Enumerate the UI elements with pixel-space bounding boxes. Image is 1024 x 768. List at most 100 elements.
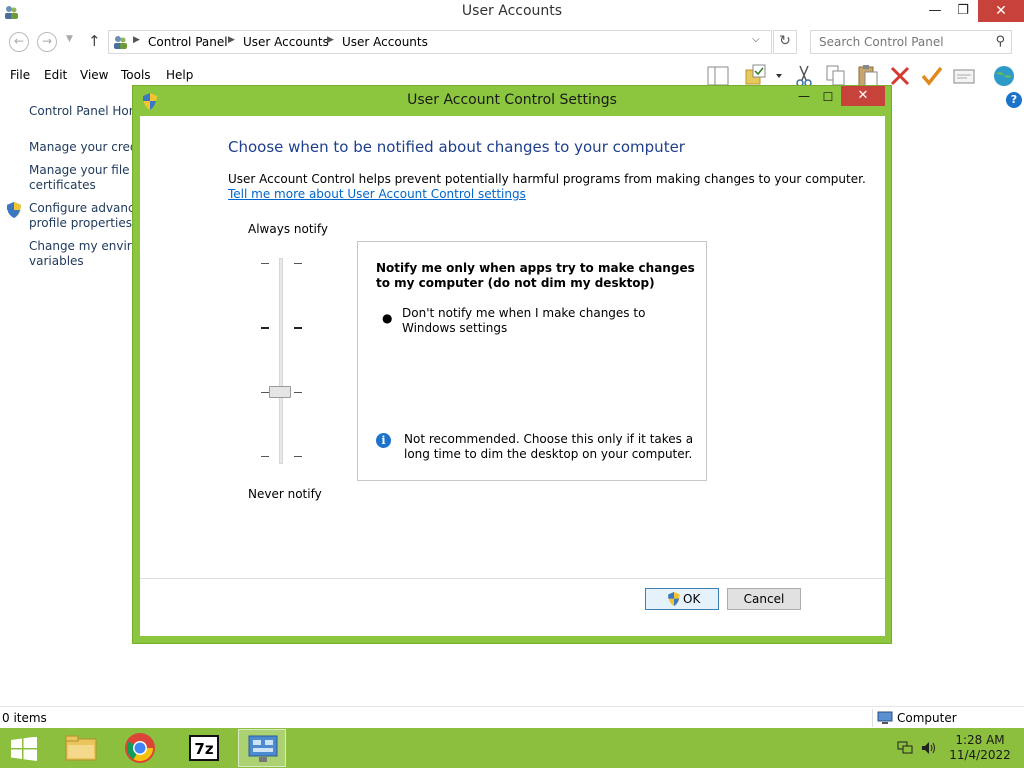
window-title: User Accounts [461, 3, 563, 19]
status-divider [872, 709, 873, 727]
arrow-left-icon: ← [13, 34, 25, 48]
ok-button[interactable]: OK [645, 588, 719, 610]
refresh-icon: ↻ [779, 33, 791, 49]
recent-locations-dropdown[interactable]: ▼ [66, 34, 73, 44]
taskbar-chrome[interactable] [116, 729, 164, 767]
dialog-body: Choose when to be notified about changes… [140, 116, 885, 578]
menu-edit[interactable]: Edit [44, 68, 67, 82]
computer-icon [877, 711, 893, 724]
checkmark-icon[interactable] [920, 64, 944, 88]
control-panel-icon [248, 735, 278, 762]
folder-icon [65, 735, 97, 761]
taskbar-file-explorer[interactable] [57, 729, 105, 767]
help-icon[interactable]: ? [1006, 92, 1022, 108]
slider-top-label: Always notify [248, 222, 328, 236]
menu-help[interactable]: Help [166, 68, 193, 82]
restore-button[interactable]: ❐ [950, 0, 976, 22]
7zip-icon: 7z [189, 735, 219, 761]
dialog-title: User Account Control Settings [407, 92, 617, 108]
dialog-description: User Account Control helps prevent poten… [228, 172, 866, 186]
nav-manage-credentials[interactable]: Manage your credentials [29, 140, 135, 155]
dialog-minimize-button[interactable]: — [793, 88, 815, 108]
slider-tick [261, 263, 269, 264]
setting-title: Notify me only when apps try to make cha… [376, 261, 695, 290]
taskbar-7zip[interactable]: 7z [180, 729, 228, 767]
nav-change-environment-line2[interactable]: variables [29, 254, 135, 269]
dialog-footer: OK Cancel [140, 578, 885, 636]
nav-configure-advanced-profile[interactable]: Configure advanced user [29, 201, 135, 216]
slider-bottom-label: Never notify [248, 487, 322, 501]
status-bar: 0 items Computer [0, 706, 1024, 728]
slider-tick [261, 456, 269, 457]
slider-tick [294, 327, 302, 329]
control-panel-icon [114, 36, 127, 49]
windows-logo-icon[interactable] [10, 737, 38, 761]
search-input[interactable]: Search Control Panel ⚲ [810, 30, 1012, 54]
item-count: 0 items [2, 711, 47, 725]
nav-control-panel-home[interactable]: Control Panel Home [29, 104, 135, 119]
slider-tick [261, 327, 269, 329]
forward-button[interactable]: → [37, 32, 57, 52]
menu-tools[interactable]: Tools [121, 68, 151, 82]
info-icon: i [376, 433, 391, 448]
uac-settings-dialog: User Account Control Settings — ☐ ✕ Choo… [132, 85, 892, 644]
slider-tick [294, 392, 302, 393]
clock-date: 11/4/2022 [949, 748, 1011, 762]
search-icon: ⚲ [995, 34, 1005, 49]
address-dropdown[interactable]: ⌵ [752, 34, 760, 45]
cancel-button[interactable]: Cancel [727, 588, 801, 610]
uac-shield-icon [7, 202, 21, 218]
location-label: Computer [897, 711, 957, 725]
slider-tick [294, 456, 302, 457]
chrome-icon [125, 733, 155, 763]
dialog-maximize-button[interactable]: ☐ [817, 88, 839, 108]
close-button[interactable]: ✕ [978, 0, 1024, 22]
slider-tick [294, 263, 302, 264]
window-titlebar: User Accounts — ❐ ✕ [0, 0, 1024, 24]
breadcrumb-control-panel[interactable]: Control Panel [148, 35, 228, 49]
slider-tick [261, 392, 269, 393]
svg-text:7z: 7z [194, 740, 213, 758]
globe-icon[interactable] [992, 64, 1016, 88]
setting-bullet-text: Don't notify me when I make changes to W… [402, 306, 646, 335]
arrow-up-icon: ↑ [88, 32, 101, 50]
network-icon[interactable] [897, 741, 913, 755]
address-row: ← → ▼ ↑ ▶ Control Panel ▶ User Accounts … [0, 28, 1024, 56]
back-button[interactable]: ← [9, 32, 29, 52]
nav-configure-advanced-profile-line2[interactable]: profile properties [29, 216, 135, 231]
arrow-right-icon: → [41, 34, 53, 48]
dialog-close-button[interactable]: ✕ [841, 86, 885, 106]
minimize-button[interactable]: — [922, 0, 948, 22]
taskbar-control-panel[interactable] [238, 729, 286, 767]
taskbar-clock[interactable]: 1:28 AM 11/4/2022 [946, 733, 1014, 763]
refresh-button[interactable]: ↻ [773, 30, 797, 54]
nav-manage-file-encryption[interactable]: Manage your file encryption [29, 163, 135, 178]
dialog-heading: Choose when to be notified about changes… [228, 138, 685, 156]
breadcrumb-user-accounts-current[interactable]: User Accounts [342, 35, 428, 49]
breadcrumb-separator-icon[interactable]: ▶ [228, 35, 235, 45]
ok-label: OK [683, 592, 701, 606]
slider-track[interactable] [279, 258, 283, 464]
nav-change-environment[interactable]: Change my environment [29, 239, 135, 254]
volume-icon[interactable] [921, 741, 937, 755]
breadcrumb-user-accounts[interactable]: User Accounts [243, 35, 329, 49]
menu-view[interactable]: View [80, 68, 108, 82]
setting-description-box: Notify me only when apps try to make cha… [357, 241, 707, 481]
clock-time: 1:28 AM [955, 733, 1005, 747]
up-button[interactable]: ↑ [88, 32, 101, 50]
taskbar: 7z 1:28 AM 11/4/2022 [0, 728, 1024, 768]
nav-manage-file-encryption-line2[interactable]: certificates [29, 178, 135, 193]
setting-warning-text: Not recommended. Choose this only if it … [404, 432, 694, 461]
uac-shield-icon [668, 592, 680, 606]
properties-icon[interactable] [952, 64, 976, 88]
search-placeholder: Search Control Panel [819, 35, 944, 49]
breadcrumb-separator-icon[interactable]: ▶ [327, 35, 334, 45]
slider-thumb[interactable] [269, 386, 291, 398]
maximize-icon: ☐ [822, 90, 834, 104]
chevron-down-icon: ⌵ [752, 34, 760, 45]
bullet-icon: ● [382, 311, 393, 325]
menu-file[interactable]: File [10, 68, 30, 82]
address-bar[interactable]: ▶ Control Panel ▶ User Accounts ▶ User A… [108, 30, 772, 54]
learn-more-link[interactable]: Tell me more about User Account Control … [228, 187, 526, 201]
breadcrumb-separator-icon[interactable]: ▶ [133, 35, 140, 45]
